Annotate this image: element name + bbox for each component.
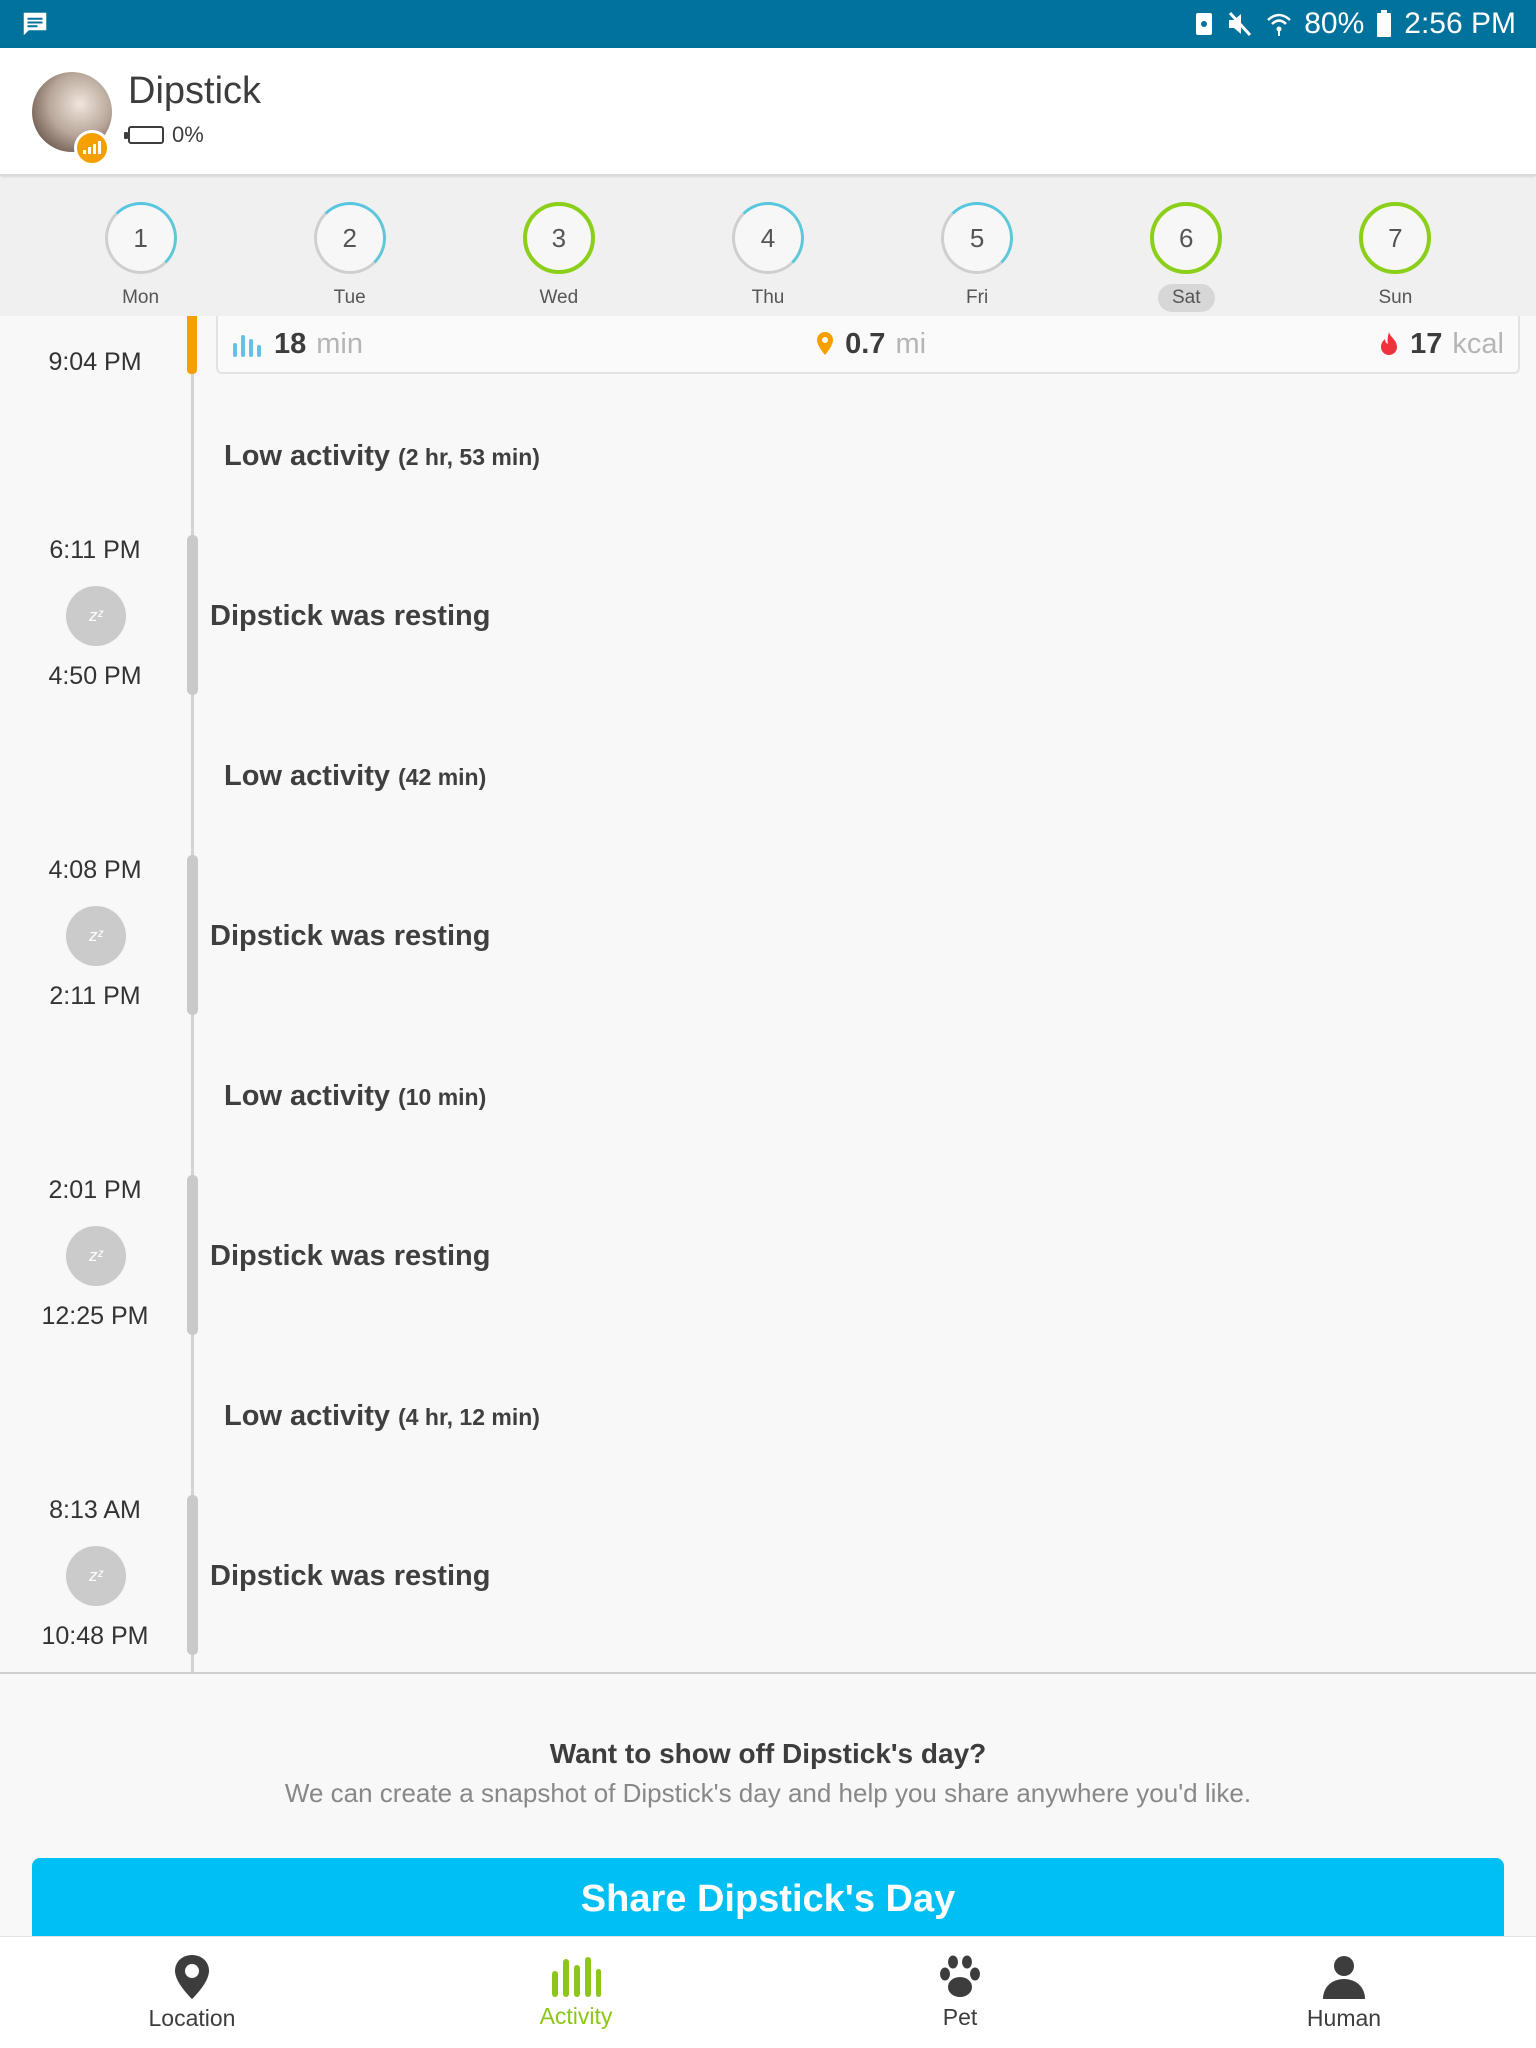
nav-label: Human (1306, 2005, 1382, 2031)
resting-entry[interactable]: Dipstick was resting (210, 920, 490, 953)
low-activity-label: Low activity (224, 440, 390, 472)
day-sun[interactable]: 7 Sun (1340, 178, 1450, 316)
tracker-battery: 0% (124, 122, 204, 148)
day-progress-ring: 1 (104, 202, 177, 274)
low-activity-entry[interactable]: Low activity (4 hr, 12 min) (224, 1400, 540, 1433)
resting-entry[interactable]: Dipstick was resting (210, 1240, 490, 1273)
day-fri[interactable]: 5 Fri (922, 178, 1032, 316)
rest-start-time: 4:50 PM (48, 662, 142, 690)
message-notification-icon (20, 9, 50, 39)
rest-end-time: 6:11 PM (49, 536, 141, 564)
flame-icon (1381, 332, 1398, 355)
battery-icon (1376, 10, 1392, 38)
day-tue[interactable]: 2 Tue (295, 178, 405, 316)
pet-name: Dipstick (128, 70, 262, 112)
rest-start-time: 12:25 PM (41, 1302, 149, 1330)
rest-end-time: 2:01 PM (48, 1176, 142, 1204)
rest-end-time: 4:08 PM (48, 856, 142, 884)
day-label: Wed (539, 287, 579, 308)
low-activity-duration: (42 min) (398, 764, 487, 790)
active-minutes-unit: min (316, 327, 363, 360)
nav-label: Activity (539, 2003, 613, 2029)
rest-start-time: 2:11 PM (49, 982, 141, 1010)
resting-entry[interactable]: Dipstick was resting (210, 1560, 490, 1593)
day-wed[interactable]: 3 Wed (504, 178, 614, 316)
tracker-battery-percent: 0% (172, 122, 204, 147)
signal-badge-icon (74, 130, 110, 166)
day-progress-ring: 3 (522, 202, 595, 274)
clock: 2:56 PM (1404, 7, 1516, 40)
day-label-selected: Sat (1158, 284, 1215, 312)
share-day-button[interactable]: Share Dipstick's Day (32, 1858, 1504, 1938)
day-label: Sun (1378, 287, 1413, 308)
nav-location[interactable]: Location (0, 1937, 384, 2048)
paw-icon (940, 1955, 980, 1997)
system-status-bar: 80% 2:56 PM (0, 0, 1536, 48)
low-activity-duration: (2 hr, 53 min) (398, 444, 540, 470)
rest-start-time: 10:48 PM (41, 1622, 149, 1650)
activity-summary-card[interactable]: 18 min 0.7 mi 17 kcal (216, 316, 1520, 374)
bottom-navigation: Location Activity Pet Human (0, 1936, 1536, 2048)
low-activity-entry[interactable]: Low activity (42 min) (224, 760, 486, 793)
distance-unit: mi (895, 327, 927, 360)
android-icon (1194, 11, 1214, 37)
battery-percent: 80% (1304, 7, 1365, 40)
week-selector: 1 Mon 2 Tue 3 Wed 4 Thu 5 Fri 6 Sat 7 Su… (0, 178, 1536, 316)
resting-entry[interactable]: Dipstick was resting (210, 600, 490, 633)
distance-value: 0.7 (845, 327, 886, 360)
activity-bars-icon (552, 1957, 601, 1997)
low-activity-entry[interactable]: Low activity (10 min) (224, 1080, 486, 1113)
nav-label: Pet (942, 2004, 978, 2030)
day-label: Fri (966, 287, 989, 308)
day-thu[interactable]: 4 Thu (713, 178, 823, 316)
calories-unit: kcal (1452, 327, 1504, 360)
day-label: Mon (122, 287, 160, 308)
active-minutes-stat: 18 min (232, 328, 363, 361)
sleep-icon: zᶻ (66, 1226, 126, 1286)
day-mon[interactable]: 1 Mon (86, 178, 196, 316)
rest-end-time: 8:13 AM (49, 1496, 141, 1524)
share-title: Want to show off Dipstick's day? (549, 1738, 987, 1769)
day-progress-ring: 2 (313, 202, 386, 274)
day-label: Tue (333, 287, 366, 308)
low-activity-entry[interactable]: Low activity (2 hr, 53 min) (224, 440, 540, 473)
nav-activity[interactable]: Activity (384, 1937, 768, 2048)
day-progress-ring: 6 (1150, 202, 1223, 274)
share-subtitle: We can create a snapshot of Dipstick's d… (284, 1778, 1252, 1808)
empty-battery-icon (124, 126, 164, 144)
mute-icon (1226, 11, 1254, 37)
day-progress-ring: 4 (731, 202, 804, 274)
day-progress-ring: 7 (1359, 202, 1432, 274)
active-minutes-value: 18 (274, 327, 307, 360)
nav-pet[interactable]: Pet (768, 1937, 1152, 2048)
location-pin-icon (817, 332, 834, 355)
day-label: Thu (751, 287, 785, 308)
sleep-icon: zᶻ (66, 586, 126, 646)
day-progress-ring: 5 (941, 202, 1014, 274)
location-pin-icon (175, 1955, 209, 1999)
low-activity-duration: (10 min) (398, 1084, 487, 1110)
person-icon (1323, 1956, 1365, 1999)
low-activity-label: Low activity (224, 1080, 390, 1112)
summary-time: 9:04 PM (48, 348, 142, 376)
nav-label: Location (148, 2005, 236, 2031)
activity-timeline[interactable]: 18 min 0.7 mi 17 kcal 9:04 PM Low activi… (0, 316, 1536, 1674)
share-section: Want to show off Dipstick's day? We can … (0, 1674, 1536, 1938)
low-activity-label: Low activity (224, 1400, 390, 1432)
low-activity-label: Low activity (224, 760, 390, 792)
distance-stat: 0.7 mi (815, 328, 926, 361)
nav-human[interactable]: Human (1152, 1937, 1536, 2048)
low-activity-duration: (4 hr, 12 min) (398, 1404, 540, 1430)
day-sat[interactable]: 6 Sat (1131, 178, 1241, 316)
calories-value: 17 (1410, 327, 1443, 360)
calories-stat: 17 kcal (1378, 328, 1504, 361)
pet-header: Dipstick 0% (0, 48, 1536, 176)
sleep-icon: zᶻ (66, 1546, 126, 1606)
sleep-icon: zᶻ (66, 906, 126, 966)
activity-bars-icon (233, 335, 261, 357)
wifi-icon (1266, 11, 1292, 37)
